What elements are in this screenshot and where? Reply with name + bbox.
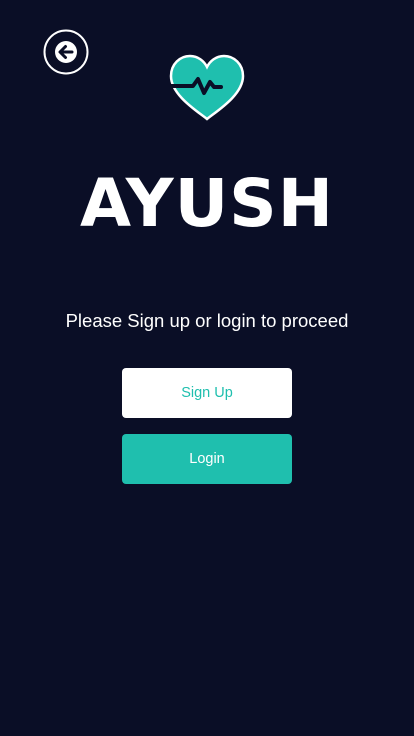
arrow-left-circle-icon	[43, 29, 89, 75]
login-button[interactable]: Login	[122, 434, 292, 484]
heart-pulse-icon	[167, 53, 247, 123]
sign-up-button[interactable]: Sign Up	[122, 368, 292, 418]
app-title: AYUSH	[80, 165, 334, 242]
auth-prompt: Please Sign up or login to proceed	[65, 310, 349, 331]
back-button[interactable]	[43, 29, 89, 75]
